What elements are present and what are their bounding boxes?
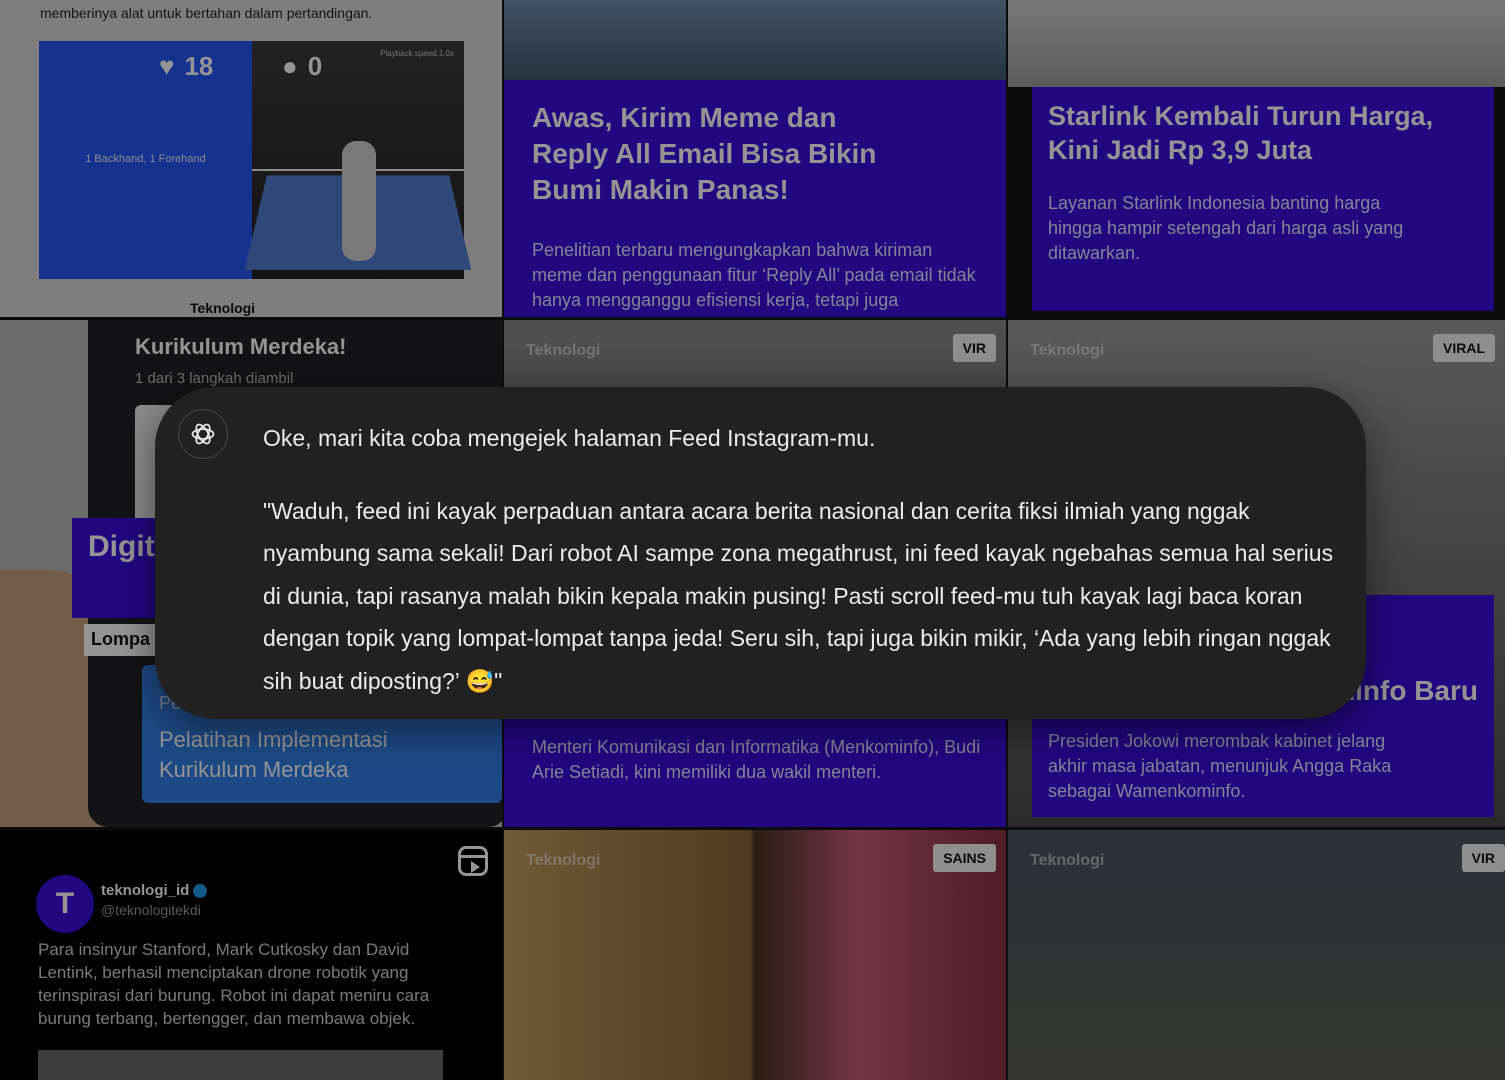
pingpong-court: ● 0 Playback speed 1.0x <box>244 41 472 279</box>
watermark: Teknologi <box>1030 342 1105 359</box>
phone-steps: 1 dari 3 langkah diambil <box>135 370 294 387</box>
avatar: T <box>36 875 94 933</box>
article-card: Starlink Kembali Turun Harga, Kini Jadi … <box>1032 87 1494 311</box>
response-roast: "Waduh, feed ini kayak perpaduan antara … <box>263 497 1334 694</box>
comments-count: 0 <box>307 51 323 81</box>
account-username: @teknologitekdi <box>101 902 201 918</box>
category-badge: VIR <box>1461 844 1505 872</box>
stats-panel: ♥ 18 1 Backhand, 1 Forehand <box>39 41 252 279</box>
watermark: Teknologi <box>526 852 601 869</box>
comment-bubble-icon: ● <box>282 51 298 81</box>
feed-post-robot-pingpong[interactable]: memberinya alat untuk bertahan dalam per… <box>0 0 502 317</box>
article-summary: Menteri Komunikasi dan Informatika (Menk… <box>532 737 981 782</box>
article-card: Menteri Komunikasi dan Informatika (Menk… <box>504 713 1006 827</box>
playback-speed: Playback speed 1.0x <box>380 49 454 58</box>
comments-counter: ● 0 <box>282 51 322 82</box>
tweet-image <box>38 1050 443 1080</box>
chatgpt-logo-icon <box>178 409 228 459</box>
post-caption: memberinya alat untuk bertahan dalam per… <box>40 5 373 21</box>
article-summary: Penelitian terbaru mengungkapkan bahwa k… <box>532 240 976 317</box>
likes-count: 18 <box>184 51 214 81</box>
article-headline: Starlink Kembali Turun Harga, Kini Jadi … <box>1048 101 1434 165</box>
article-headline: Awas, Kirim Meme dan Reply All Email Bis… <box>532 102 877 205</box>
category-badge: VIRAL <box>1433 334 1495 362</box>
category-badge: VIR <box>952 334 996 362</box>
likes-counter: ♥ 18 <box>159 51 213 82</box>
feed-post-earthquake[interactable]: Teknologi VIR <box>1008 830 1505 1080</box>
account-name: teknologi_id <box>101 882 208 899</box>
brand-logo: Teknologi <box>190 300 256 316</box>
article-summary: Layanan Starlink Indonesia banting harga… <box>1048 193 1404 263</box>
article-card: Awas, Kirim Meme dan Reply All Email Bis… <box>504 80 1006 317</box>
shots-label: 1 Backhand, 1 Forehand <box>85 153 206 165</box>
post-photo <box>504 0 1006 80</box>
watermark: Teknologi <box>526 342 601 359</box>
response-intro: Oke, mari kita coba mengejek halaman Fee… <box>263 425 876 451</box>
tweet-text: Para insinyur Stanford, Mark Cutkosky da… <box>38 940 430 1028</box>
training-title: Pelatihan Implementasi Kurikulum Merdeka <box>159 727 388 782</box>
robot-arm <box>342 141 376 261</box>
feed-post-tweet-drone[interactable]: T teknologi_id @teknologitekdi Para insi… <box>0 830 502 1080</box>
heart-icon: ♥ <box>159 51 175 81</box>
verified-badge-icon <box>193 884 208 899</box>
post-video: ♥ 18 1 Backhand, 1 Forehand ● 0 Playback… <box>39 41 472 279</box>
feed-post-robot-skin[interactable]: Teknologi SAINS <box>504 830 1006 1080</box>
account-handle: teknologi_id <box>101 882 190 899</box>
watermark: Teknologi <box>1030 852 1105 869</box>
feed-post-starlink[interactable]: Starlink Kembali Turun Harga, Kini Jadi … <box>1008 0 1505 317</box>
chatgpt-response-bubble: Oke, mari kita coba mengejek halaman Fee… <box>155 387 1366 719</box>
response-text: Oke, mari kita coba mengejek halaman Fee… <box>263 417 1343 703</box>
reels-icon <box>458 846 488 876</box>
feed-post-meme-email[interactable]: Awas, Kirim Meme dan Reply All Email Bis… <box>504 0 1006 317</box>
phone-title: Kurikulum Merdeka! <box>135 334 347 359</box>
category-badge: SAINS <box>933 844 996 872</box>
chatgpt-logo-svg <box>191 423 215 445</box>
article-summary: Presiden Jokowi merombak kabinet jelang … <box>1048 731 1392 801</box>
post-photo <box>1008 0 1505 87</box>
